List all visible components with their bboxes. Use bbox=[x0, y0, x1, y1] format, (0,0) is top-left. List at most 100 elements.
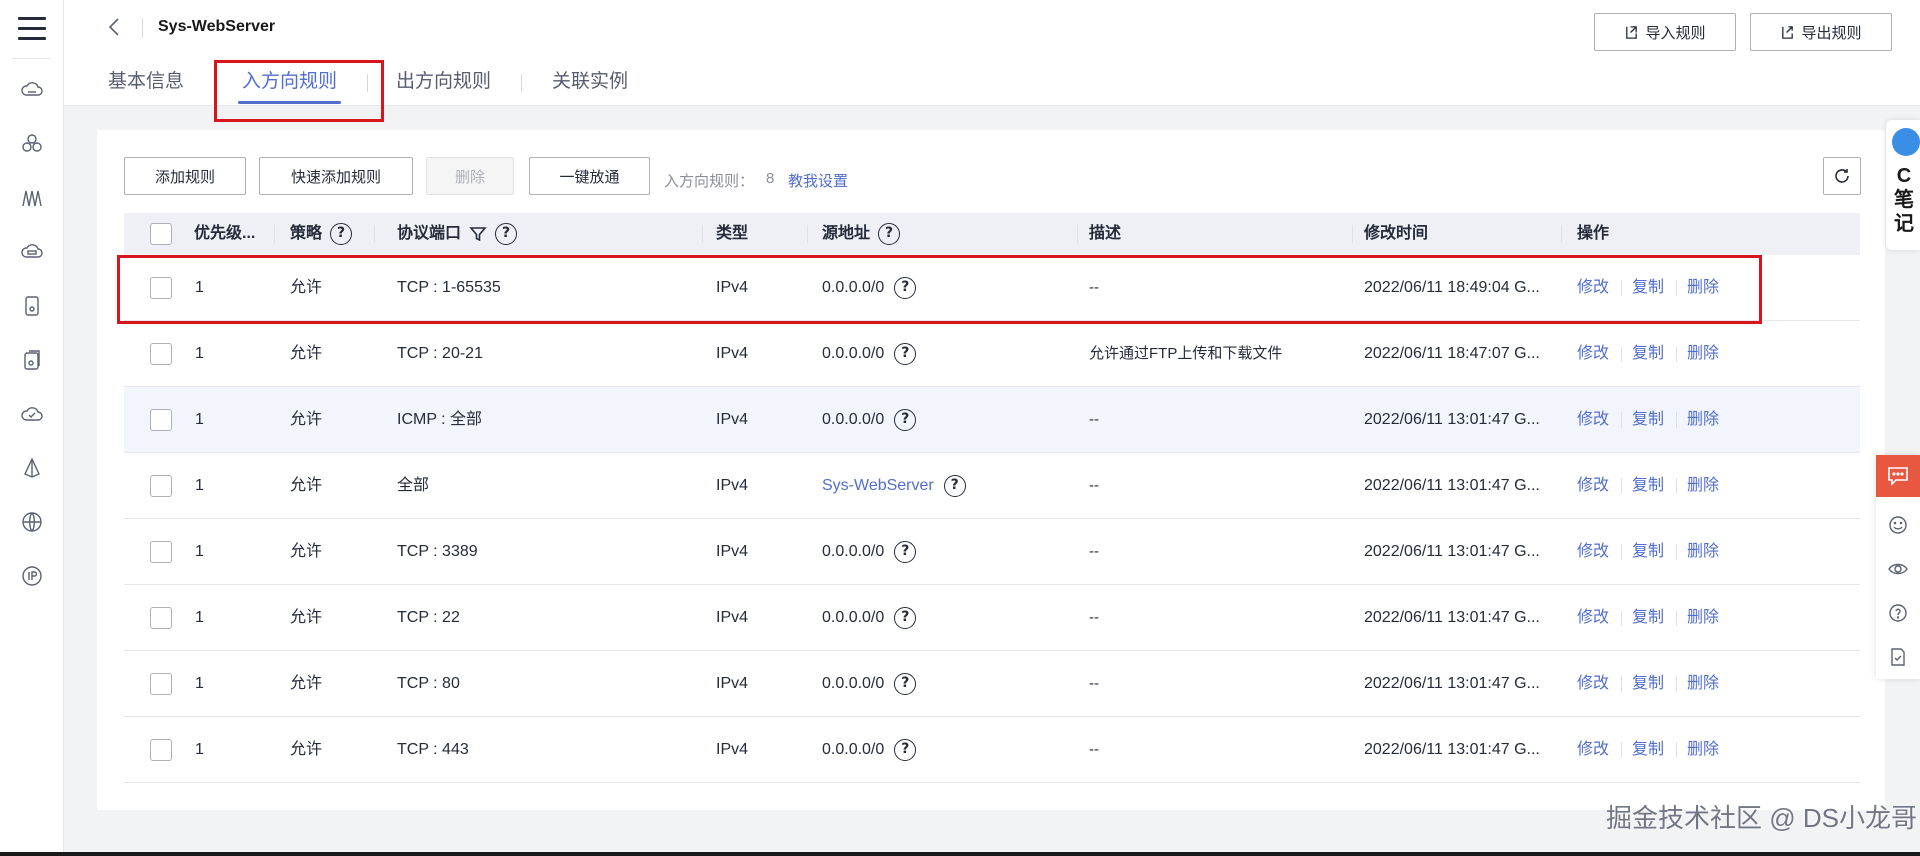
edit-link[interactable]: 修改 bbox=[1577, 585, 1609, 651]
action-divider bbox=[1621, 610, 1622, 626]
table-row[interactable]: 1 允许 全部 IPv4 Sys-WebServer? -- 2022/06/11 13:0… bbox=[124, 453, 1860, 519]
action-divider bbox=[1676, 412, 1677, 428]
quick-add-rule-button[interactable]: 快速添加规则 bbox=[259, 157, 413, 195]
page-title: Sys-WebServer bbox=[158, 18, 276, 35]
filter-icon[interactable] bbox=[469, 225, 487, 243]
delete-link[interactable]: 删除 bbox=[1687, 717, 1719, 783]
copy-link[interactable]: 复制 bbox=[1632, 717, 1664, 783]
edit-link[interactable]: 修改 bbox=[1577, 387, 1609, 453]
backup-icon[interactable] bbox=[20, 348, 44, 372]
edit-link[interactable]: 修改 bbox=[1577, 717, 1609, 783]
web-globe-icon[interactable] bbox=[20, 510, 44, 534]
action-divider bbox=[1676, 544, 1677, 560]
col-actions: 操作 bbox=[1577, 225, 1610, 242]
cluster-icon[interactable] bbox=[20, 132, 44, 156]
help-icon[interactable]: ? bbox=[943, 475, 966, 497]
cell-protocol-port: TCP : 20-21 bbox=[397, 345, 483, 362]
rule-count-label: 入方向规则： bbox=[664, 173, 755, 190]
smile-icon[interactable] bbox=[1888, 515, 1908, 535]
ip-icon[interactable] bbox=[20, 564, 44, 588]
edit-link[interactable]: 修改 bbox=[1577, 321, 1609, 387]
vpn-icon[interactable] bbox=[20, 456, 44, 480]
row-checkbox[interactable] bbox=[150, 673, 172, 695]
help-icon[interactable]: ? bbox=[894, 541, 917, 563]
edit-link[interactable]: 修改 bbox=[1577, 651, 1609, 717]
cell-protocol-port: TCP : 443 bbox=[397, 741, 469, 758]
table-row[interactable]: 1 允许 TCP : 20-21 IPv4 0.0.0.0/0? 允许通过FTP上传和下载… bbox=[124, 321, 1860, 387]
action-divider bbox=[1621, 346, 1622, 362]
help-circle-icon[interactable] bbox=[1888, 603, 1908, 623]
table-row[interactable]: 1 允许 TCP : 22 IPv4 0.0.0.0/0? -- 2022/06/11 13… bbox=[124, 585, 1860, 651]
help-icon[interactable]: ? bbox=[894, 409, 917, 431]
delete-link[interactable]: 删除 bbox=[1687, 519, 1719, 585]
help-icon[interactable]: ? bbox=[894, 343, 917, 365]
feedback-icon[interactable] bbox=[1888, 647, 1908, 667]
copy-link[interactable]: 复制 bbox=[1632, 453, 1664, 519]
tab-associated-instances[interactable]: 关联实例 bbox=[552, 68, 628, 98]
delete-link[interactable]: 删除 bbox=[1687, 453, 1719, 519]
one-click-allow-button[interactable]: 一键放通 bbox=[529, 157, 650, 195]
col-priority[interactable]: 优先级... bbox=[194, 213, 255, 255]
help-icon[interactable]: ? bbox=[894, 673, 917, 695]
help-icon[interactable]: ? bbox=[894, 607, 917, 629]
source-address: 0.0.0.0/0 bbox=[822, 609, 885, 626]
delete-link[interactable]: 删除 bbox=[1687, 651, 1719, 717]
import-rules-button[interactable]: 导入规则 bbox=[1594, 13, 1736, 51]
copy-link[interactable]: 复制 bbox=[1632, 321, 1664, 387]
cell-priority: 1 bbox=[195, 411, 204, 428]
select-all-checkbox[interactable] bbox=[150, 223, 172, 245]
cell-protocol-port: ICMP : 全部 bbox=[397, 411, 483, 428]
delete-link[interactable]: 删除 bbox=[1687, 387, 1719, 453]
row-checkbox[interactable] bbox=[150, 409, 172, 431]
table-row[interactable]: 1 允许 TCP : 443 IPv4 0.0.0.0/0? -- 2022/06/11 1… bbox=[124, 717, 1860, 783]
row-checkbox[interactable] bbox=[150, 607, 172, 629]
add-rule-button[interactable]: 添加规则 bbox=[124, 157, 246, 195]
delete-link[interactable]: 删除 bbox=[1687, 321, 1719, 387]
cell-source: 0.0.0.0/0? bbox=[822, 651, 917, 717]
copy-link[interactable]: 复制 bbox=[1632, 387, 1664, 453]
row-checkbox[interactable] bbox=[150, 739, 172, 761]
eye-icon[interactable] bbox=[1888, 559, 1908, 579]
export-rules-button[interactable]: 导出规则 bbox=[1750, 13, 1892, 51]
row-checkbox[interactable] bbox=[150, 343, 172, 365]
copy-link[interactable]: 复制 bbox=[1632, 519, 1664, 585]
tab-outbound-rules[interactable]: 出方向规则 bbox=[396, 68, 491, 98]
help-icon[interactable]: ? bbox=[495, 223, 518, 245]
help-icon[interactable]: ? bbox=[330, 223, 353, 245]
cloud-disk-icon[interactable] bbox=[20, 240, 44, 264]
refresh-button[interactable] bbox=[1823, 157, 1861, 195]
cloud-check-icon[interactable] bbox=[20, 402, 44, 426]
copy-link[interactable]: 复制 bbox=[1632, 651, 1664, 717]
delete-link[interactable]: 删除 bbox=[1687, 585, 1719, 651]
table-row[interactable]: 1 允许 ICMP : 全部 IPv4 0.0.0.0/0? -- 2022/06/11 1… bbox=[124, 387, 1860, 453]
tab-basic-info[interactable]: 基本信息 bbox=[108, 68, 184, 98]
row-highlight-box bbox=[117, 255, 1762, 324]
notes-widget[interactable]: C笔记 bbox=[1886, 120, 1920, 250]
source-address: 0.0.0.0/0 bbox=[822, 675, 885, 692]
edit-link[interactable]: 修改 bbox=[1577, 453, 1609, 519]
chat-button[interactable] bbox=[1876, 455, 1920, 497]
cell-protocol-port: TCP : 80 bbox=[397, 675, 460, 692]
export-rules-label: 导出规则 bbox=[1801, 24, 1862, 42]
edit-link[interactable]: 修改 bbox=[1577, 519, 1609, 585]
source-address: 0.0.0.0/0 bbox=[822, 543, 885, 560]
cell-policy: 允许 bbox=[290, 675, 323, 692]
setup-help-link[interactable]: 教我设置 bbox=[788, 170, 848, 191]
table-row[interactable]: 1 允许 TCP : 3389 IPv4 0.0.0.0/0? -- 2022/06/11 … bbox=[124, 519, 1860, 585]
notes-label: C笔记 bbox=[1894, 165, 1914, 235]
help-icon[interactable]: ? bbox=[878, 223, 901, 245]
storage-icon[interactable] bbox=[20, 294, 44, 318]
network-icon[interactable] bbox=[20, 186, 44, 210]
source-address[interactable]: Sys-WebServer bbox=[822, 453, 934, 519]
cell-modified-time: 2022/06/11 13:01:47 G... bbox=[1364, 543, 1540, 560]
table-row[interactable]: 1 允许 TCP : 80 IPv4 0.0.0.0/0? -- 2022/06/11 13… bbox=[124, 651, 1860, 717]
cell-description: -- bbox=[1089, 411, 1099, 428]
row-checkbox[interactable] bbox=[150, 541, 172, 563]
menu-icon[interactable] bbox=[18, 17, 46, 41]
cloud-server-icon[interactable] bbox=[20, 78, 44, 102]
back-chevron-icon[interactable] bbox=[104, 14, 124, 40]
row-checkbox[interactable] bbox=[150, 475, 172, 497]
help-icon[interactable]: ? bbox=[894, 739, 917, 761]
cell-policy: 允许 bbox=[290, 543, 323, 560]
copy-link[interactable]: 复制 bbox=[1632, 585, 1664, 651]
